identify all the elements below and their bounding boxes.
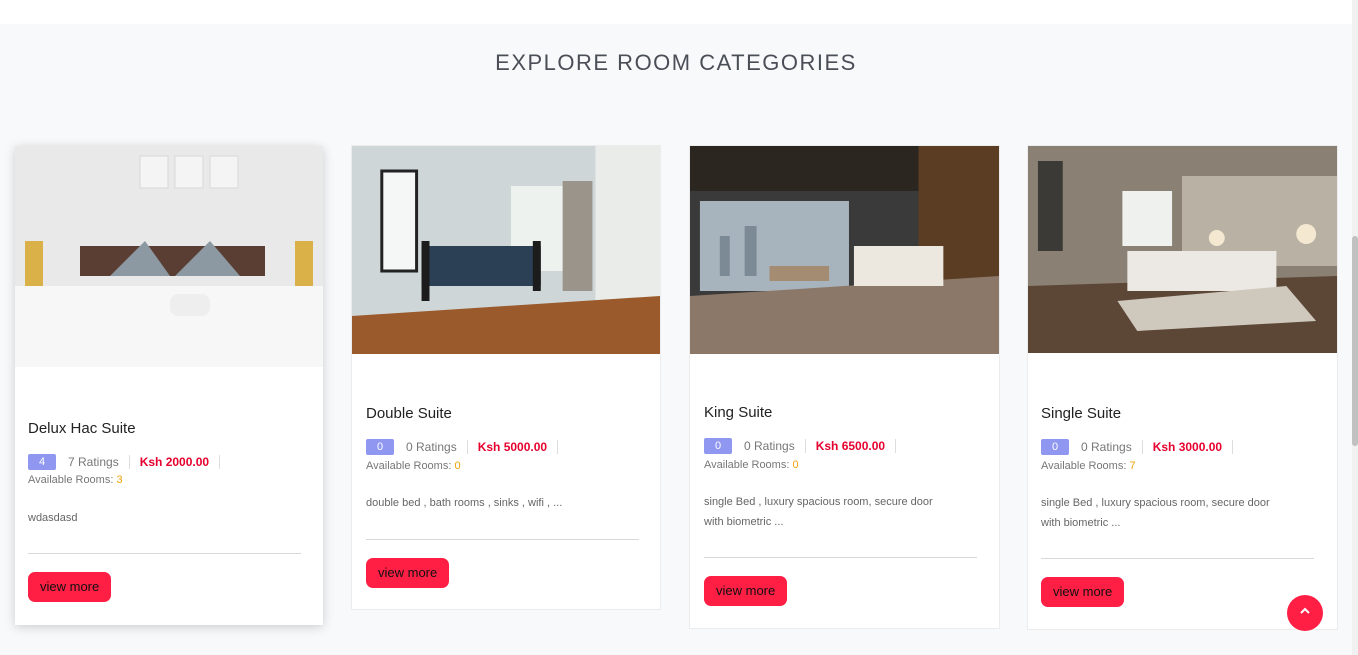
- available-label: Available Rooms:: [366, 460, 452, 472]
- room-name[interactable]: King Suite: [704, 404, 772, 421]
- divider: [1041, 558, 1314, 559]
- available-count: 3: [116, 474, 123, 486]
- section-title: EXPLORE ROOM CATEGORIES: [495, 50, 857, 75]
- room-price: Ksh 5000.00: [468, 440, 559, 454]
- view-more-button[interactable]: view more: [366, 558, 450, 588]
- room-price: Ksh 3000.00: [1143, 440, 1234, 454]
- available-rooms: Available Rooms: 3: [28, 474, 123, 486]
- room-photo[interactable]: [15, 146, 323, 367]
- room-photo[interactable]: [690, 146, 999, 354]
- room-price: Ksh 6500.00: [806, 439, 897, 453]
- chevron-up-icon: [1298, 604, 1312, 623]
- scroll-to-top-button[interactable]: [1287, 595, 1323, 631]
- room-description: double bed , bath rooms , sinks , wifi ,…: [366, 497, 563, 509]
- ratings-count: 0 Ratings: [732, 439, 806, 453]
- room-meta: 0 0 Ratings Ksh 5000.00: [366, 437, 559, 457]
- room-description: wdasdasd: [28, 512, 78, 524]
- room-price: Ksh 2000.00: [130, 455, 221, 469]
- rating-badge: 0: [704, 438, 732, 454]
- room-description: single Bed , luxury spacious room, secur…: [704, 496, 933, 528]
- room-photo[interactable]: [1028, 146, 1337, 353]
- view-more-button[interactable]: view more: [1041, 577, 1125, 607]
- available-rooms: Available Rooms: 0: [704, 459, 799, 471]
- room-meta: 0 0 Ratings Ksh 6500.00: [704, 436, 897, 456]
- ratings-count: 0 Ratings: [1069, 440, 1143, 454]
- room-meta: 0 0 Ratings Ksh 3000.00: [1041, 437, 1234, 457]
- ratings-count: 7 Ratings: [56, 455, 130, 469]
- available-rooms: Available Rooms: 0: [366, 460, 461, 472]
- room-name[interactable]: Double Suite: [366, 405, 452, 422]
- available-label: Available Rooms:: [704, 459, 790, 471]
- available-label: Available Rooms:: [28, 474, 114, 486]
- divider: [366, 539, 639, 540]
- available-rooms: Available Rooms: 7: [1041, 460, 1136, 472]
- room-card[interactable]: King Suite 0 0 Ratings Ksh 6500.00 Avail…: [689, 145, 1000, 629]
- room-name[interactable]: Single Suite: [1041, 405, 1121, 422]
- divider: [28, 553, 301, 554]
- rating-badge: 0: [1041, 439, 1069, 455]
- scrollbar-thumb[interactable]: [1352, 236, 1358, 446]
- room-description: single Bed , luxury spacious room, secur…: [1041, 497, 1270, 529]
- ratings-count: 0 Ratings: [394, 440, 468, 454]
- available-count: 0: [792, 459, 799, 471]
- room-meta: 4 7 Ratings Ksh 2000.00: [28, 452, 221, 472]
- rating-badge: 4: [28, 454, 56, 470]
- rating-badge: 0: [366, 439, 394, 455]
- view-more-button[interactable]: view more: [28, 572, 112, 602]
- view-more-button[interactable]: view more: [704, 576, 788, 606]
- room-card[interactable]: Single Suite 0 0 Ratings Ksh 3000.00 Ava…: [1027, 145, 1338, 630]
- room-card[interactable]: Delux Hac Suite 4 7 Ratings Ksh 2000.00 …: [15, 146, 323, 625]
- room-card[interactable]: Double Suite 0 0 Ratings Ksh 5000.00 Ava…: [351, 145, 661, 610]
- available-count: 7: [1129, 460, 1136, 472]
- top-bar: [0, 0, 1352, 24]
- divider: [704, 557, 977, 558]
- available-label: Available Rooms:: [1041, 460, 1127, 472]
- room-photo[interactable]: [352, 146, 660, 354]
- available-count: 0: [454, 460, 461, 472]
- room-name[interactable]: Delux Hac Suite: [28, 420, 136, 437]
